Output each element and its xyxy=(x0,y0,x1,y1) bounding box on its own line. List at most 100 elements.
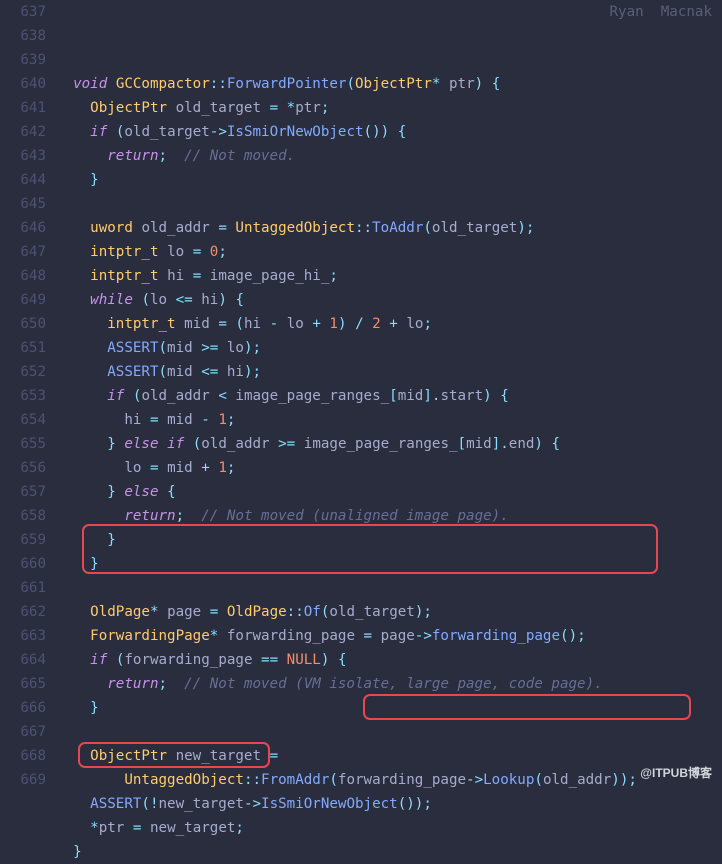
code-line[interactable]: if (old_addr < image_page_ranges_[mid].s… xyxy=(56,384,722,408)
code-line[interactable]: } xyxy=(56,552,722,576)
code-token xyxy=(483,76,492,92)
code-token: end xyxy=(509,436,535,452)
code-token: lo xyxy=(287,316,304,332)
code-token: [ xyxy=(458,436,467,452)
code-token: mid xyxy=(466,436,492,452)
code-line[interactable]: if (old_target->IsSmiOrNewObject()) { xyxy=(56,120,722,144)
code-line[interactable]: uword old_addr = UntaggedObject::ToAddr(… xyxy=(56,216,722,240)
code-token: + xyxy=(389,316,398,332)
code-token: -> xyxy=(244,796,261,812)
code-line[interactable]: lo = mid + 1; xyxy=(56,456,722,480)
code-line[interactable]: ASSERT(mid <= hi); xyxy=(56,360,722,384)
code-token: ptr xyxy=(99,820,125,836)
line-number: 669 xyxy=(0,768,46,792)
code-line[interactable]: intptr_t mid = (hi - lo + 1) / 2 + lo; xyxy=(56,312,722,336)
code-line[interactable]: ASSERT(mid >= lo); xyxy=(56,336,722,360)
code-token: { xyxy=(492,76,501,92)
code-line[interactable]: while (lo <= hi) { xyxy=(56,288,722,312)
code-token: ( xyxy=(346,76,355,92)
code-line[interactable]: } xyxy=(56,168,722,192)
code-line[interactable]: ASSERT(!new_target->IsSmiOrNewObject()); xyxy=(56,792,722,816)
code-line[interactable]: intptr_t hi = image_page_hi_; xyxy=(56,264,722,288)
code-token: ; xyxy=(628,772,637,788)
code-token xyxy=(159,604,168,620)
code-line[interactable] xyxy=(56,192,722,216)
code-token: intptr_t xyxy=(90,268,158,284)
code-token xyxy=(381,316,390,332)
code-token: { xyxy=(167,484,176,500)
code-token: old_addr xyxy=(141,220,209,236)
code-token: mid xyxy=(167,412,193,428)
code-line[interactable]: ForwardingPage* forwarding_page = page->… xyxy=(56,624,722,648)
code-token: { xyxy=(338,652,347,668)
code-token: IsSmiOrNewObject xyxy=(261,796,398,812)
code-token: ) xyxy=(244,364,253,380)
code-line[interactable]: void GCCompactor::ForwardPointer(ObjectP… xyxy=(56,72,722,96)
code-token: == xyxy=(261,652,278,668)
code-token: lo xyxy=(167,244,184,260)
code-line[interactable]: if (forwarding_page == NULL) { xyxy=(56,648,722,672)
code-token xyxy=(261,316,270,332)
code-token: = xyxy=(218,316,227,332)
code-line[interactable] xyxy=(56,720,722,744)
code-line[interactable]: } xyxy=(56,528,722,552)
code-token: = xyxy=(150,460,159,476)
code-token: if xyxy=(90,652,107,668)
code-line[interactable]: intptr_t lo = 0; xyxy=(56,240,722,264)
code-token: = xyxy=(133,820,142,836)
code-token xyxy=(252,652,261,668)
code-line[interactable] xyxy=(56,576,722,600)
code-token: Of xyxy=(304,604,321,620)
code-token xyxy=(56,652,90,668)
line-number: 640 xyxy=(0,72,46,96)
code-line[interactable]: ObjectPtr new_target = xyxy=(56,744,722,768)
code-area[interactable]: Ryan Macnak void GCCompactor::ForwardPoi… xyxy=(56,0,722,864)
code-line[interactable]: } else { xyxy=(56,480,722,504)
code-token: ) xyxy=(338,316,347,332)
code-token: ; xyxy=(423,796,432,812)
code-line[interactable]: UntaggedObject::FromAddr(forwarding_page… xyxy=(56,768,722,792)
code-line[interactable]: OldPage* page = OldPage::Of(old_target); xyxy=(56,600,722,624)
code-line[interactable]: } else if (old_addr >= image_page_ranges… xyxy=(56,432,722,456)
line-number: 657 xyxy=(0,480,46,504)
code-token: ; xyxy=(235,820,244,836)
code-line[interactable]: return; // Not moved. xyxy=(56,144,722,168)
code-token xyxy=(201,604,210,620)
code-token: new_target xyxy=(159,796,244,812)
code-token xyxy=(56,340,107,356)
code-line[interactable]: hi = mid - 1; xyxy=(56,408,722,432)
line-number: 651 xyxy=(0,336,46,360)
code-token: ) xyxy=(406,796,415,812)
code-token: { xyxy=(235,292,244,308)
code-token xyxy=(56,100,90,116)
code-token: { xyxy=(552,436,561,452)
code-token xyxy=(56,436,107,452)
code-token: forwarding_page xyxy=(124,652,252,668)
code-token xyxy=(56,316,107,332)
code-line[interactable]: return; // Not moved (unaligned image pa… xyxy=(56,504,722,528)
code-token: 2 xyxy=(372,316,381,332)
code-token xyxy=(56,676,107,692)
code-token xyxy=(389,124,398,140)
code-token xyxy=(107,124,116,140)
code-token: ; xyxy=(526,220,535,236)
line-number: 642 xyxy=(0,120,46,144)
code-line[interactable]: } xyxy=(56,696,722,720)
code-line[interactable]: ObjectPtr old_target = *ptr; xyxy=(56,96,722,120)
code-line[interactable]: } xyxy=(56,840,722,864)
code-token xyxy=(56,556,90,572)
code-token xyxy=(261,100,270,116)
code-token: old_addr xyxy=(543,772,611,788)
code-token xyxy=(56,172,90,188)
code-token xyxy=(193,340,202,356)
code-token: ObjectPtr xyxy=(90,748,167,764)
code-token: ; xyxy=(329,268,338,284)
code-token: ( xyxy=(364,124,373,140)
code-line[interactable]: *ptr = new_target; xyxy=(56,816,722,840)
code-token: = xyxy=(270,100,279,116)
code-token: -> xyxy=(415,628,432,644)
code-token xyxy=(124,820,133,836)
code-token: new_target xyxy=(176,748,261,764)
code-line[interactable]: return; // Not moved (VM isolate, large … xyxy=(56,672,722,696)
code-editor: 6376386396406416426436446456466476486496… xyxy=(0,0,722,864)
